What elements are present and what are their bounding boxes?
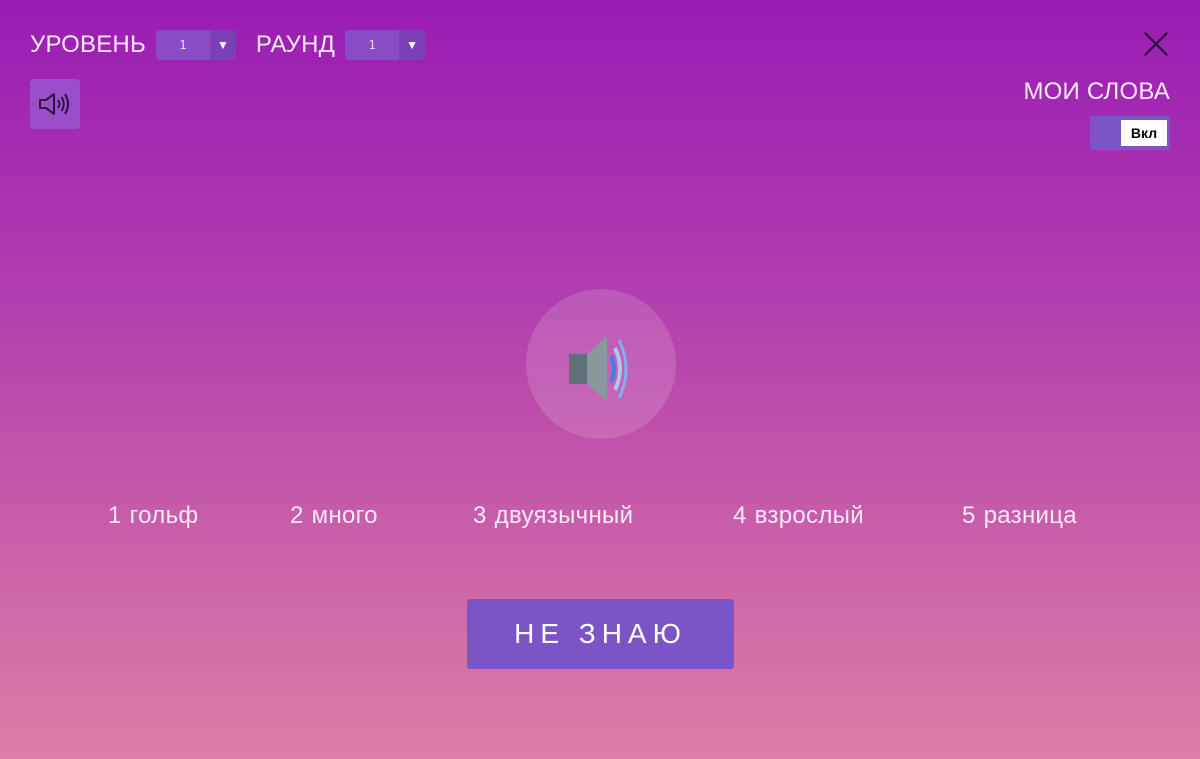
chevron-down-icon: ▼ bbox=[209, 29, 236, 60]
level-select-value: 1 bbox=[179, 37, 187, 52]
speaker-icon bbox=[569, 336, 628, 400]
sound-toggle-button[interactable] bbox=[30, 79, 80, 129]
option-word: взрослый bbox=[754, 502, 864, 529]
option-number: 5 bbox=[962, 502, 976, 529]
close-button[interactable] bbox=[1142, 30, 1170, 58]
my-words-title: МОИ СЛОВА bbox=[1023, 78, 1170, 105]
answer-option-5[interactable]: 5 разница bbox=[962, 502, 1077, 530]
close-icon bbox=[1144, 32, 1168, 56]
toggle-knob: Вкл bbox=[1121, 120, 1167, 146]
answer-option-1[interactable]: 1 гольф bbox=[108, 502, 198, 530]
option-word: двуязычный bbox=[494, 502, 634, 529]
answer-option-2[interactable]: 2 много bbox=[290, 502, 378, 530]
option-word: гольф bbox=[129, 502, 199, 529]
dont-know-button[interactable]: НЕ ЗНАЮ bbox=[467, 599, 734, 669]
level-label: УРОВЕНЬ bbox=[30, 30, 146, 58]
chevron-down-icon: ▼ bbox=[399, 29, 426, 60]
game-settings-bar: УРОВЕНЬ 1 ▼ РАУНД 1 ▼ bbox=[30, 29, 445, 60]
answer-option-3[interactable]: 3 двуязычный bbox=[473, 502, 633, 530]
option-number: 4 bbox=[733, 502, 747, 529]
my-words-panel: МОИ СЛОВА Вкл bbox=[1023, 78, 1170, 150]
answer-option-4[interactable]: 4 взрослый bbox=[733, 502, 864, 530]
option-word: много bbox=[311, 502, 378, 529]
round-label: РАУНД bbox=[255, 30, 336, 58]
option-number: 2 bbox=[290, 502, 304, 529]
answer-options: 1 гольф 2 много 3 двуязычный 4 взрослый 5 раз… bbox=[0, 502, 1200, 538]
round-select[interactable]: 1 ▼ bbox=[345, 29, 426, 60]
option-word: разница bbox=[983, 502, 1077, 529]
speaker-icon bbox=[39, 93, 69, 115]
my-words-toggle[interactable]: Вкл bbox=[1090, 116, 1170, 150]
option-number: 3 bbox=[473, 502, 487, 529]
play-word-audio-button[interactable] bbox=[526, 289, 676, 439]
option-number: 1 bbox=[108, 502, 122, 529]
round-select-value: 1 bbox=[368, 37, 376, 52]
level-select[interactable]: 1 ▼ bbox=[155, 29, 236, 60]
